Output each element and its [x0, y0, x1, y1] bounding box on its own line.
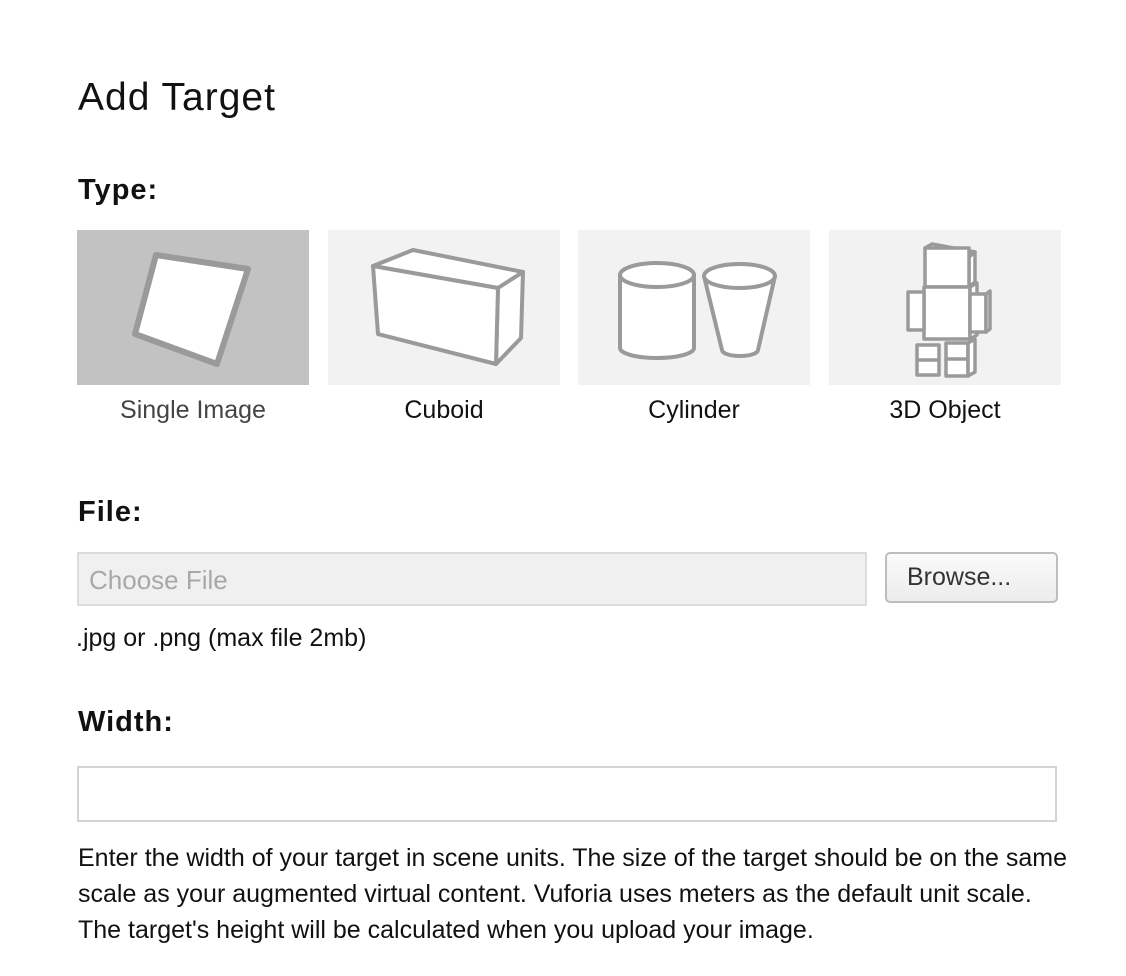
file-path-field[interactable]: Choose File	[77, 552, 867, 606]
single-image-icon	[77, 230, 309, 385]
browse-button[interactable]: Browse...	[885, 552, 1058, 603]
type-option-3d-object[interactable]: 3D Object	[829, 230, 1061, 430]
3d-object-thumb	[829, 230, 1061, 385]
file-format-hint: .jpg or .png (max file 2mb)	[76, 624, 367, 652]
cuboid-thumb	[328, 230, 560, 385]
type-option-label: Single Image	[120, 396, 266, 424]
type-option-label: Cylinder	[648, 396, 740, 424]
add-target-page: Add Target Type: Single Image Cuboid Cyl…	[0, 0, 1126, 976]
type-option-cylinder[interactable]: Cylinder	[578, 230, 810, 430]
width-input[interactable]	[77, 766, 1057, 822]
type-option-single-image[interactable]: Single Image	[77, 230, 309, 430]
page-title: Add Target	[78, 76, 276, 119]
type-label: Type:	[78, 174, 159, 206]
cylinder-thumb	[578, 230, 810, 385]
type-option-label: 3D Object	[889, 396, 1001, 424]
type-option-label: Cuboid	[404, 396, 484, 424]
cuboid-icon	[328, 230, 560, 385]
single-image-thumb	[77, 230, 309, 385]
3d-object-icon	[829, 230, 1061, 385]
width-label: Width:	[78, 706, 174, 738]
file-label: File:	[78, 496, 143, 528]
width-help-text: Enter the width of your target in scene …	[78, 844, 1068, 944]
type-option-cuboid[interactable]: Cuboid	[328, 230, 560, 430]
cylinder-icon	[578, 230, 810, 385]
target-type-selector: Single Image Cuboid Cylinder 3D Object	[77, 230, 1061, 430]
